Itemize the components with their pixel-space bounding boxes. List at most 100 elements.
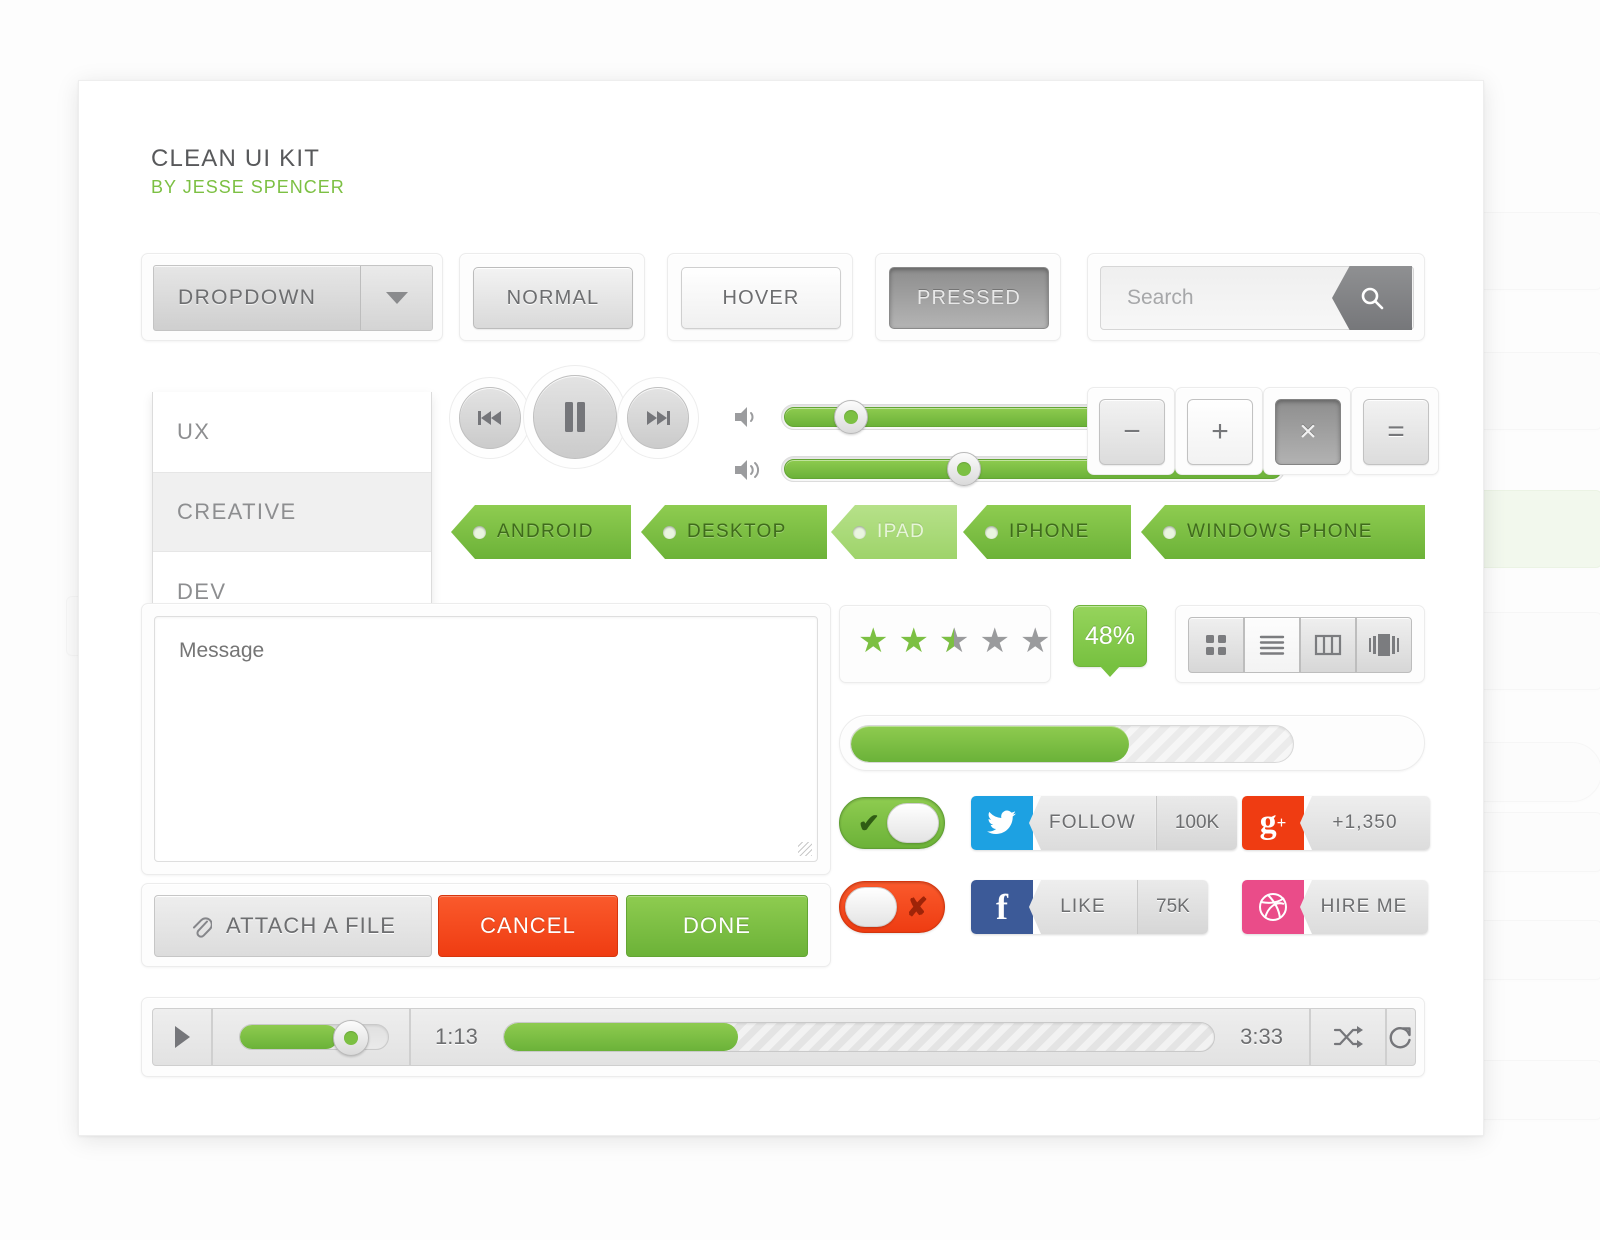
attach-file-button[interactable]: ATTACH A FILE [154,895,432,957]
facebook-count: 75K [1137,880,1208,934]
view-toggle-panel [1175,605,1425,683]
ui-kit-card: CLEAN UI KIT BY JESSE SPENCER DROPDOWN U… [78,80,1484,1136]
star-icon-1[interactable]: ★ [858,624,888,658]
message-panel [141,603,831,875]
player-volume-fill [240,1025,338,1049]
column-view-icon[interactable] [1300,617,1356,673]
twitter-count: 100K [1155,796,1238,850]
googleplus-button[interactable]: g + +1,350 [1242,796,1430,850]
tag-hole-icon [473,525,486,539]
tag-iphone[interactable]: IPHONE [963,505,1131,559]
check-icon: ✔ [858,807,880,838]
close-icon: ✘ [906,891,928,922]
google-plus-icon: g + [1242,796,1304,850]
resize-grip-icon[interactable] [798,842,812,856]
facebook-icon: f [971,880,1033,934]
tag-label: ANDROID [497,521,594,542]
tag-android[interactable]: ANDROID [451,505,631,559]
twitter-icon [971,796,1033,850]
tag-desktop[interactable]: DESKTOP [641,505,827,559]
dribbble-label: HIRE ME [1300,880,1428,934]
speaker-low-icon [734,405,764,434]
tag-ipad[interactable]: IPAD [831,505,957,559]
rating-panel: ★ ★ ★ ★ ★ [839,605,1051,683]
facebook-label: LIKE [1029,880,1137,934]
toggle-knob[interactable] [887,803,939,843]
plus-button[interactable]: + [1187,399,1253,465]
play-icon[interactable] [152,1008,212,1066]
progress-track[interactable] [850,725,1294,763]
toggle-off[interactable]: ✘ [839,881,945,933]
star-icon-3[interactable]: ★ [939,624,969,658]
search-panel: Search [1087,253,1425,341]
chevron-down-icon[interactable] [360,266,432,330]
total-time: 3:33 [1240,1024,1283,1049]
dropdown-panel: DROPDOWN [141,253,443,341]
twitter-follow-button[interactable]: FOLLOW 100K [971,796,1238,850]
list-view-icon[interactable] [1244,617,1300,673]
star-rating[interactable]: ★ ★ ★ ★ ★ [858,624,1050,658]
pressed-button[interactable]: PRESSED [889,267,1049,329]
plus-key-panel: + [1175,387,1263,475]
repeat-icon[interactable] [1386,1008,1416,1066]
toggle-on[interactable]: ✔ [839,797,945,849]
multiply-button[interactable]: × [1275,399,1341,465]
coverflow-view-icon[interactable] [1356,617,1412,673]
dropdown-button[interactable]: DROPDOWN [153,265,433,331]
media-player-bar: 1:13 3:33 [141,997,1425,1077]
volume-slider-knob-1[interactable] [834,400,868,434]
tag-label: IPAD [877,521,926,542]
normal-button[interactable]: NORMAL [473,267,633,329]
equals-button[interactable]: = [1363,399,1429,465]
percent-badge: 48% [1073,605,1147,667]
player-progress-track[interactable] [503,1022,1215,1052]
volume-slider-knob-2[interactable] [947,452,981,486]
message-input[interactable] [154,616,818,862]
pause-icon[interactable] [533,375,617,459]
grid-view-icon[interactable] [1188,617,1244,673]
speaker-high-icon [734,457,766,488]
star-icon-2[interactable]: ★ [898,624,928,658]
tag-hole-icon [853,525,866,539]
cancel-button[interactable]: CANCEL [438,895,618,957]
tag-label: IPHONE [1009,521,1090,542]
dribbble-hire-button[interactable]: HIRE ME [1242,880,1428,934]
shuffle-icon[interactable] [1310,1008,1386,1066]
player-progress-fill [504,1023,739,1051]
multiply-key-panel: × [1263,387,1351,475]
paperclip-icon [193,917,213,938]
minus-button[interactable]: − [1099,399,1165,465]
tag-hole-icon [1163,525,1176,539]
skip-back-icon[interactable] [459,387,521,449]
progress-panel [839,715,1425,771]
action-panel: ATTACH A FILE CANCEL DONE [141,883,831,967]
done-button[interactable]: DONE [626,895,808,957]
page-title: CLEAN UI KIT [151,145,321,172]
facebook-like-button[interactable]: f LIKE 75K [971,880,1208,934]
star-icon-5[interactable]: ★ [1020,624,1050,658]
page-subtitle: BY JESSE SPENCER [151,177,345,197]
dropdown-item-creative[interactable]: CREATIVE [153,472,431,552]
dropdown-label: DROPDOWN [178,286,317,309]
attach-file-label: ATTACH A FILE [226,913,396,938]
minus-key-panel: − [1087,387,1175,475]
tag-hole-icon [985,525,998,539]
tag-hole-icon [663,525,676,539]
dropdown-menu[interactable]: UX CREATIVE DEV [152,392,432,633]
hover-button[interactable]: HOVER [681,267,841,329]
normal-button-panel: NORMAL [459,253,645,341]
hover-button-panel: HOVER [667,253,853,341]
dropdown-item-ux[interactable]: UX [153,392,431,472]
toggle-knob[interactable] [845,887,897,927]
pressed-button-panel: PRESSED [875,253,1061,341]
dribbble-icon [1242,880,1304,934]
star-icon-4[interactable]: ★ [979,624,1009,658]
player-volume-knob[interactable] [333,1020,369,1056]
twitter-label: FOLLOW [1029,796,1156,850]
tag-label: WINDOWS PHONE [1187,521,1373,542]
tag-windows-phone[interactable]: WINDOWS PHONE [1141,505,1425,559]
skip-forward-icon[interactable] [627,387,689,449]
screenshot-root: CLEAN UI KIT BY JESSE SPENCER DROPDOWN U… [0,0,1600,1240]
media-transport [459,369,689,467]
player-volume-segment[interactable] [212,1008,410,1066]
